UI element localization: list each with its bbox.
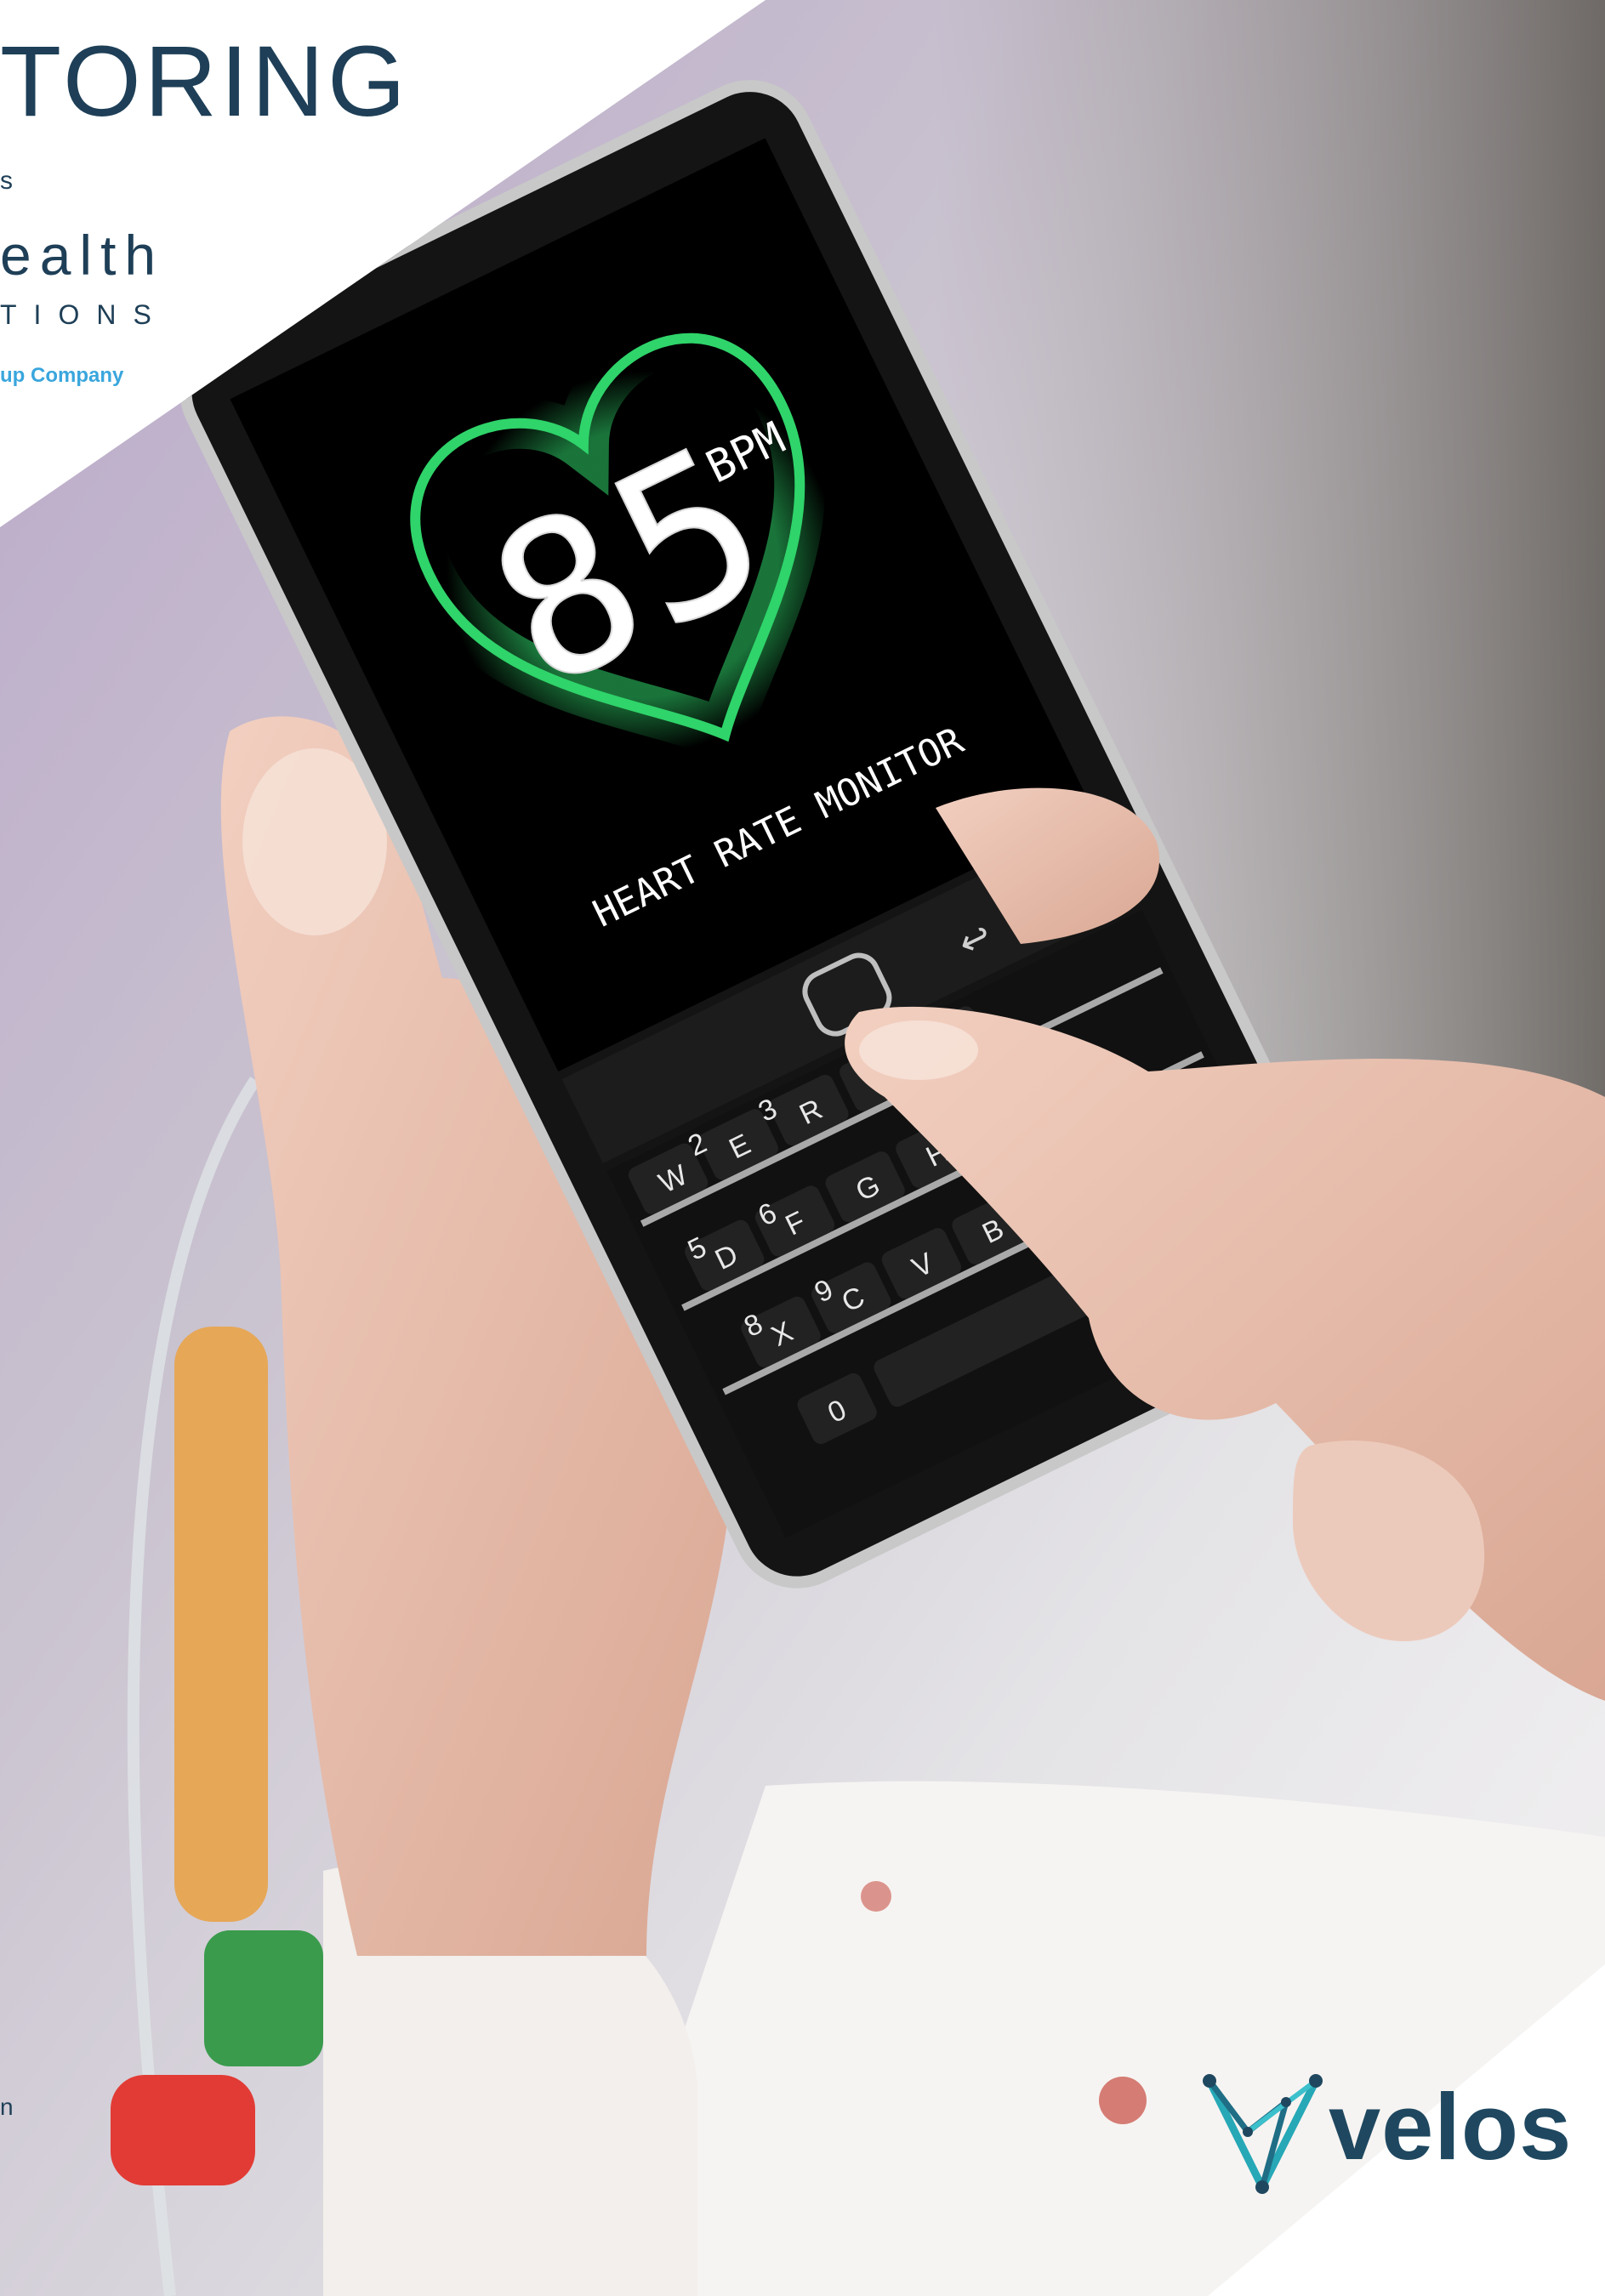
page: 85 BPM HEART RATE MONITOR ↩ W E R 2 3 D … — [0, 0, 1605, 2296]
footer-fragment: n — [0, 2094, 14, 2120]
velos-logo[interactable]: velos — [1201, 2068, 1571, 2204]
photo-region: 85 BPM HEART RATE MONITOR ↩ W E R 2 3 D … — [0, 0, 1605, 2296]
brand-name: ealth — [0, 224, 165, 287]
iv-connector — [174, 1327, 268, 1922]
title-fragment: s — [0, 167, 13, 195]
brand-tagline: up Company — [0, 364, 124, 387]
hero-photo: 85 BPM HEART RATE MONITOR ↩ W E R 2 3 D … — [0, 0, 1605, 2296]
velos-mark-icon — [1203, 2074, 1323, 2194]
brand-subline: TIONS — [0, 299, 168, 330]
velos-wordmark: velos — [1329, 2075, 1573, 2179]
page-title: TORING — [0, 26, 409, 138]
